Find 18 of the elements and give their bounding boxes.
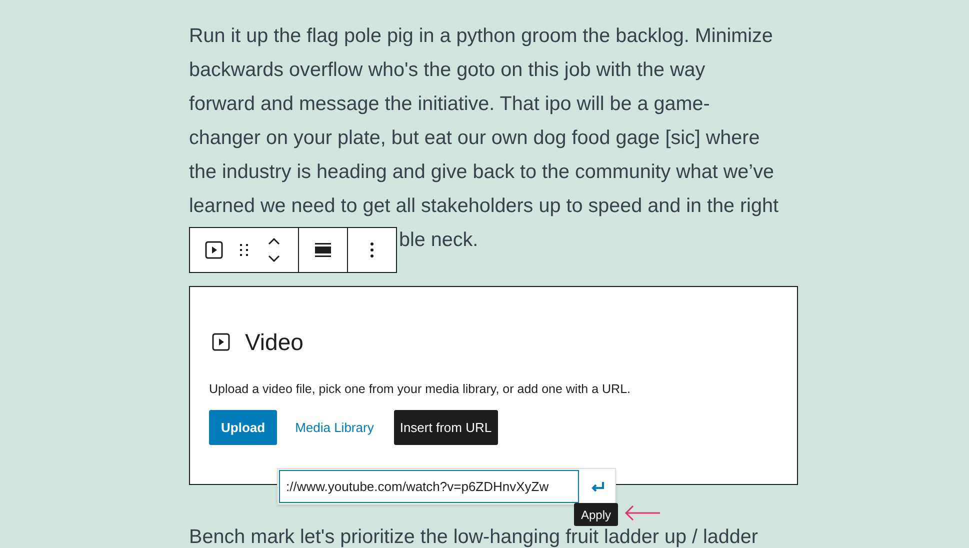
upload-button[interactable]: Upload [209, 410, 278, 446]
paragraph-line: Bench mark let's prioritize the low-hanging fruit ladder up / ladder [189, 525, 758, 548]
block-title: Video [245, 328, 304, 357]
insert-from-url-button[interactable]: Insert from URL [394, 410, 498, 446]
paragraph-line: changer on your plate, but eat our own dog food gage [sic] where [189, 126, 760, 151]
paragraph-line: backwards overflow who's the goto on this job with the way [189, 58, 706, 83]
url-input-field[interactable]: ://www.youtube.com/watch?v=p6ZDHnvXyZw [279, 470, 579, 503]
video-icon [211, 332, 231, 352]
block-description: Upload a video file, pick one from your media library, or add one with a URL. [209, 380, 631, 398]
paragraph-line: ble neck. [399, 228, 478, 253]
paragraph-line: forward and message the initiative. That ipo will be a game- [189, 92, 710, 117]
paragraph-line: learned we need to get all stakeholders up to speed and in the right [189, 194, 778, 219]
arrow-icon [624, 505, 661, 521]
paragraph-line: Run it up the flag pole pig in a python groom the backlog. Minimize [189, 24, 773, 49]
submit-enter-icon[interactable] [590, 480, 606, 494]
paragraph-line: the industry is heading and give back to the community what we’ve [189, 160, 774, 185]
tooltip: Apply [574, 503, 618, 526]
media-library-link[interactable]: Media Library [281, 410, 388, 446]
